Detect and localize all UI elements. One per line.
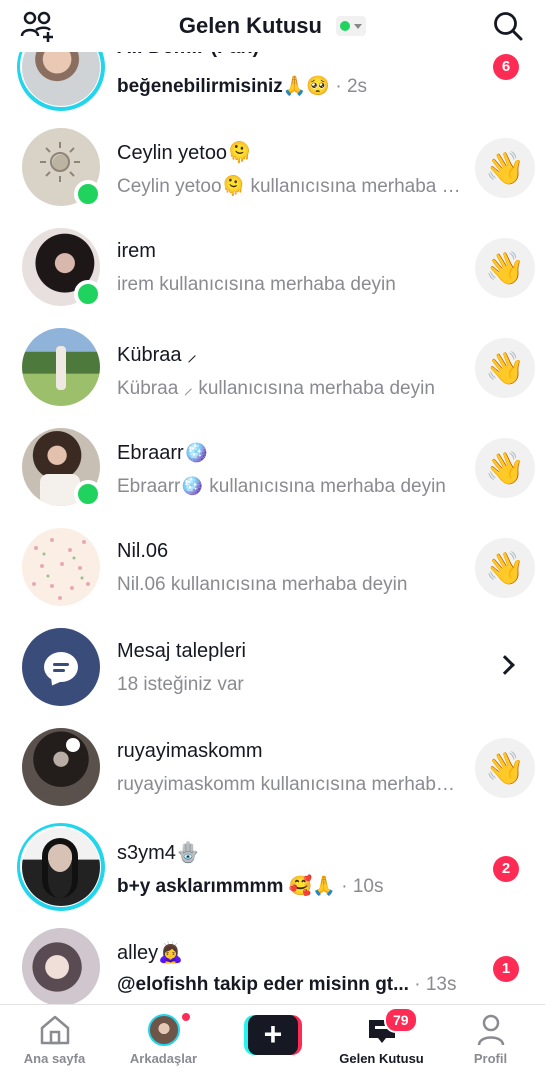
friends-avatar-icon bbox=[109, 1013, 218, 1047]
conversation-name: Kübraa ⸝ bbox=[117, 344, 198, 366]
conversation-row[interactable]: Ceylin yetoo🫠 Ceylin yetoo🫠 kullanıcısın… bbox=[0, 128, 545, 228]
avatar[interactable] bbox=[22, 528, 100, 606]
wave-icon: 👋 bbox=[485, 750, 525, 786]
conversation-name: Nil.06 bbox=[117, 540, 169, 562]
unread-badge: 1 bbox=[493, 956, 519, 982]
plus-icon: + bbox=[248, 1015, 298, 1055]
page-title[interactable]: Gelen Kutusu bbox=[0, 12, 545, 39]
conversation-list: Ali Demir (Fan) beğenebilirmisiniz🙏🥺 · 2… bbox=[0, 0, 545, 1004]
inbox-icon bbox=[327, 1013, 436, 1047]
avatar[interactable] bbox=[22, 928, 100, 1004]
avatar[interactable] bbox=[22, 728, 100, 806]
conversation-row[interactable]: Kübraa ⸝ Kübraa ⸝ kullanıcısına merhaba … bbox=[0, 328, 545, 428]
conversation-message: Kübraa ⸝ kullanıcısına merhaba deyin bbox=[117, 378, 435, 399]
nav-friends-label: Arkadaşlar bbox=[129, 1051, 198, 1066]
home-indicator-area bbox=[0, 1072, 545, 1080]
conversation-message: irem kullanıcısına merhaba deyin bbox=[117, 274, 396, 295]
bottom-navigation: Ana sayfa Arkadaşlar + Gelen Kutusu 79 P… bbox=[0, 1004, 545, 1080]
friends-notification-dot bbox=[180, 1011, 192, 1023]
conversation-name: s3ym4🪬 bbox=[117, 842, 201, 864]
online-status-dot bbox=[340, 21, 351, 32]
avatar[interactable] bbox=[17, 823, 105, 911]
message-requests-title: Mesaj talepleri bbox=[117, 640, 246, 662]
message-time: · 13s bbox=[414, 974, 457, 995]
status-selector[interactable] bbox=[336, 16, 367, 37]
nav-profile[interactable]: Profil bbox=[436, 1013, 545, 1066]
inbox-badge: 79 bbox=[384, 1007, 418, 1033]
create-button[interactable]: + bbox=[244, 1015, 302, 1055]
online-indicator bbox=[74, 180, 102, 208]
unread-badge: 2 bbox=[493, 856, 519, 882]
message-time: · 2s bbox=[335, 76, 368, 97]
conversation-row[interactable]: ruyayimaskomm ruyayimaskomm kullanıcısın… bbox=[0, 728, 545, 828]
conversation-message: b+y asklarımmmm 🥰🙏 · 10s bbox=[117, 876, 384, 897]
unread-badge: 6 bbox=[493, 54, 519, 80]
chevron-right-icon bbox=[495, 655, 515, 675]
message-requests-icon bbox=[22, 628, 100, 706]
conversation-row[interactable]: s3ym4🪬 b+y asklarımmmm 🥰🙏 · 10s 2 bbox=[0, 823, 545, 928]
conversation-name: irem bbox=[117, 240, 156, 262]
avatar[interactable] bbox=[22, 328, 100, 406]
wave-icon: 👋 bbox=[485, 150, 525, 186]
avatar[interactable] bbox=[22, 428, 102, 508]
message-requests-count: 18 isteğiniz var bbox=[117, 674, 244, 695]
conversation-name: Ceylin yetoo🫠 bbox=[117, 142, 252, 164]
nav-inbox[interactable]: Gelen Kutusu bbox=[327, 1013, 436, 1066]
conversation-name: alley🙇‍♀️ bbox=[117, 942, 184, 964]
nav-profile-label: Profil bbox=[473, 1051, 508, 1066]
conversation-message: Ebraarr🪩 kullanıcısına merhaba deyin bbox=[117, 476, 446, 497]
conversation-message: beğenebilirmisiniz🙏🥺 · 2s bbox=[117, 76, 368, 97]
wave-button[interactable]: 👋 bbox=[475, 238, 535, 298]
conversation-message: Nil.06 kullanıcısına merhaba deyin bbox=[117, 574, 408, 595]
nav-home-label: Ana sayfa bbox=[23, 1051, 86, 1066]
conversation-row[interactable]: Ebraarr🪩 Ebraarr🪩 kullanıcısına merhaba … bbox=[0, 428, 545, 528]
conversation-row[interactable]: irem irem kullanıcısına merhaba deyin 👋 bbox=[0, 228, 545, 328]
conversation-name: Ebraarr🪩 bbox=[117, 442, 209, 464]
wave-icon: 👋 bbox=[485, 450, 525, 486]
online-indicator bbox=[74, 280, 102, 308]
conversation-row[interactable]: Nil.06 Nil.06 kullanıcısına merhaba deyi… bbox=[0, 528, 545, 628]
conversation-message: Ceylin yetoo🫠 kullanıcısına merhaba deyi… bbox=[117, 176, 462, 197]
home-icon bbox=[0, 1013, 109, 1047]
message-requests-row[interactable]: Mesaj talepleri 18 isteğiniz var bbox=[0, 628, 545, 728]
search-icon[interactable] bbox=[493, 11, 523, 41]
avatar[interactable] bbox=[22, 228, 102, 308]
wave-button[interactable]: 👋 bbox=[475, 738, 535, 798]
conversation-name: ruyayimaskomm bbox=[117, 740, 263, 762]
message-time: · 10s bbox=[341, 876, 384, 897]
avatar[interactable] bbox=[22, 128, 102, 208]
conversation-message: ruyayimaskomm kullanıcısına merhaba deyi… bbox=[117, 774, 462, 795]
wave-icon: 👋 bbox=[485, 350, 525, 386]
chevron-down-icon bbox=[354, 23, 363, 29]
online-indicator bbox=[74, 480, 102, 508]
floral-pattern bbox=[32, 538, 90, 600]
wave-icon: 👋 bbox=[485, 550, 525, 586]
wave-button[interactable]: 👋 bbox=[475, 338, 535, 398]
wave-button[interactable]: 👋 bbox=[475, 138, 535, 198]
nav-inbox-label: Gelen Kutusu bbox=[339, 1051, 424, 1066]
wave-button[interactable]: 👋 bbox=[475, 538, 535, 598]
profile-icon bbox=[436, 1013, 545, 1047]
conversation-message: @elofishh takip eder misinn gt... · 13s bbox=[117, 974, 457, 995]
nav-home[interactable]: Ana sayfa bbox=[0, 1013, 109, 1066]
conversation-row[interactable]: alley🙇‍♀️ @elofishh takip eder misinn gt… bbox=[0, 928, 545, 1004]
nav-friends[interactable]: Arkadaşlar bbox=[109, 1013, 218, 1066]
inbox-header: Gelen Kutusu bbox=[0, 0, 545, 52]
wave-icon: 👋 bbox=[485, 250, 525, 286]
wave-button[interactable]: 👋 bbox=[475, 438, 535, 498]
